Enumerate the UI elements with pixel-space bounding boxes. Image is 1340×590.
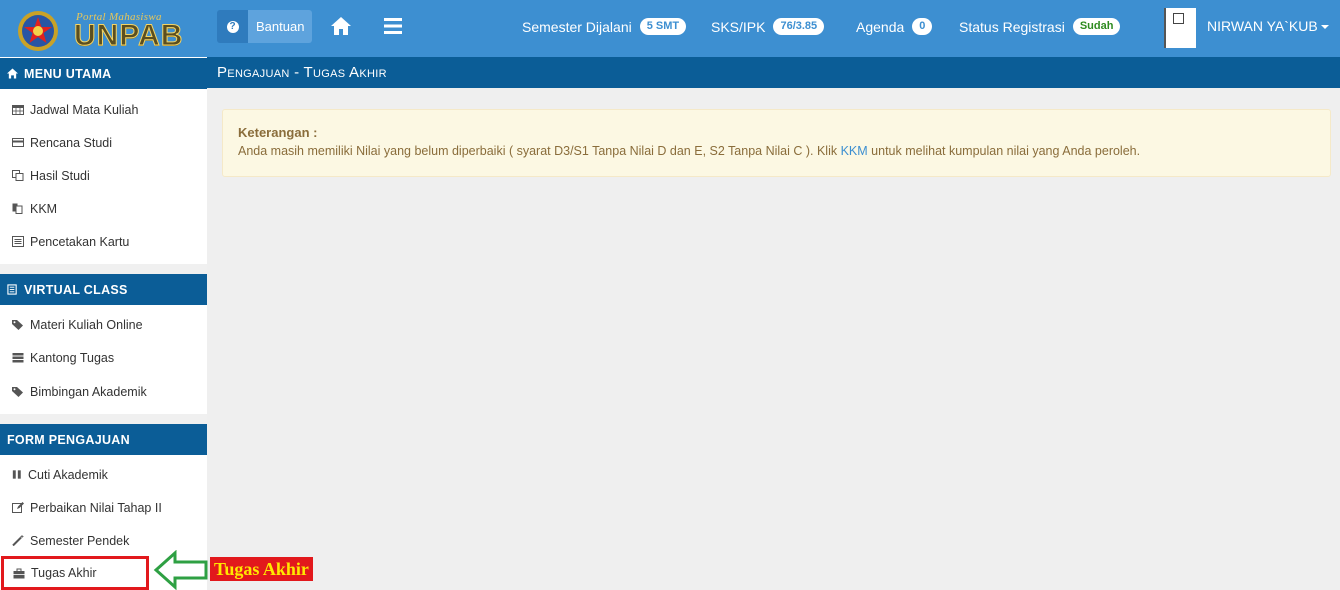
semester-status[interactable]: Semester Dijalani 5 SMT bbox=[522, 18, 687, 35]
copy-icon bbox=[12, 170, 24, 181]
sidebar-item-pencetakan-kartu[interactable]: Pencetakan Kartu bbox=[0, 225, 207, 258]
home-icon[interactable] bbox=[331, 17, 351, 35]
hamburger-menu-icon[interactable] bbox=[384, 18, 402, 34]
sidebar-item-perbaikan-nilai[interactable]: Perbaikan Nilai Tahap II bbox=[0, 491, 207, 524]
sidebar-item-cuti-akademik[interactable]: Cuti Akademik bbox=[0, 458, 207, 491]
sks-label: SKS/IPK bbox=[711, 18, 766, 35]
agenda-status[interactable]: Agenda 0 bbox=[856, 18, 933, 35]
sidebar-item-materi-kuliah-online[interactable]: Materi Kuliah Online bbox=[0, 308, 207, 341]
registration-badge: Sudah bbox=[1072, 18, 1121, 35]
alert-title: Keterangan : bbox=[238, 125, 318, 140]
sidebar-item-label: KKM bbox=[30, 201, 58, 216]
sidebar-item-hasil-studi[interactable]: Hasil Studi bbox=[0, 159, 207, 192]
sidebar-section-form-pengajuan: FORM PENGAJUAN bbox=[0, 424, 207, 455]
section-title: MENU UTAMA bbox=[24, 66, 112, 81]
portal-logo[interactable]: Portal Mahasiswa UNPAB bbox=[14, 7, 184, 53]
sks-ipk-status[interactable]: SKS/IPK 76/3.85 bbox=[711, 18, 825, 35]
sks-badge: 76/3.85 bbox=[773, 18, 825, 35]
credit-card-icon bbox=[12, 138, 24, 147]
avatar-image bbox=[1173, 13, 1184, 24]
briefcase-icon bbox=[13, 568, 25, 578]
sidebar-item-label: Rencana Studi bbox=[30, 135, 113, 150]
chevron-down-icon[interactable] bbox=[1321, 25, 1329, 29]
user-avatar[interactable] bbox=[1164, 8, 1196, 48]
sidebar-item-label: Hasil Studi bbox=[30, 168, 90, 183]
tags-icon bbox=[12, 320, 23, 330]
logo-title: UNPAB bbox=[73, 19, 184, 53]
agenda-badge: 0 bbox=[912, 18, 933, 35]
sidebar-item-label: Cuti Akademik bbox=[28, 467, 108, 482]
question-circle-icon: ? bbox=[226, 20, 239, 33]
page-title-bar: Pengajuan - Tugas Akhir bbox=[207, 57, 1340, 88]
semester-label: Semester Dijalani bbox=[522, 18, 632, 35]
sidebar-section-virtual-class: VIRTUAL CLASS bbox=[0, 274, 207, 305]
annotation-arrow-icon bbox=[153, 550, 208, 590]
edit-icon bbox=[12, 502, 24, 513]
alert-text-after: untuk melihat kumpulan nilai yang Anda p… bbox=[867, 144, 1141, 158]
magic-wand-icon bbox=[12, 535, 24, 546]
registration-label: Status Registrasi bbox=[959, 18, 1065, 35]
pause-icon bbox=[12, 470, 21, 479]
book-icon bbox=[7, 284, 17, 295]
top-navbar: Portal Mahasiswa UNPAB ? Bantuan Semeste… bbox=[0, 0, 1340, 57]
home-icon bbox=[7, 68, 18, 79]
section-divider bbox=[0, 264, 207, 274]
agenda-label: Agenda bbox=[856, 18, 905, 35]
calendar-icon bbox=[12, 105, 24, 115]
alert-message: Anda masih memiliki Nilai yang belum dip… bbox=[238, 144, 1315, 158]
help-label: Bantuan bbox=[248, 10, 313, 43]
sidebar-item-label: Pencetakan Kartu bbox=[30, 234, 130, 249]
tags-icon bbox=[12, 387, 23, 397]
semester-badge: 5 SMT bbox=[639, 18, 687, 35]
sidebar-item-label: Kantong Tugas bbox=[30, 350, 115, 365]
sidebar-item-label: Tugas Akhir bbox=[31, 566, 97, 580]
sidebar-item-kkm[interactable]: KKM bbox=[0, 192, 207, 225]
section-title: VIRTUAL CLASS bbox=[24, 282, 128, 297]
sidebar-item-jadwal-mata-kuliah[interactable]: Jadwal Mata Kuliah bbox=[0, 93, 207, 126]
sidebar-item-bimbingan-akademik[interactable]: Bimbingan Akademik bbox=[0, 375, 207, 408]
documents-icon bbox=[12, 203, 23, 214]
user-menu-name[interactable]: NIRWAN YA`KUB bbox=[1207, 18, 1318, 34]
sidebar-item-label: Jadwal Mata Kuliah bbox=[30, 102, 139, 117]
page-title: Pengajuan - Tugas Akhir bbox=[217, 64, 387, 81]
help-icon-box: ? bbox=[217, 10, 248, 43]
list-alt-icon bbox=[12, 236, 24, 247]
kkm-link[interactable]: KKM bbox=[841, 144, 868, 158]
section-title: FORM PENGAJUAN bbox=[7, 432, 130, 447]
sidebar-item-label: Perbaikan Nilai Tahap II bbox=[30, 500, 162, 515]
sidebar-item-kantong-tugas[interactable]: Kantong Tugas bbox=[0, 341, 207, 374]
sidebar-section-menu-utama: MENU UTAMA bbox=[0, 58, 207, 89]
tasks-icon bbox=[12, 353, 24, 363]
sidebar-item-rencana-studi[interactable]: Rencana Studi bbox=[0, 126, 207, 159]
sidebar-item-label: Semester Pendek bbox=[30, 533, 130, 548]
university-emblem-icon bbox=[18, 11, 58, 51]
registration-status[interactable]: Status Registrasi Sudah bbox=[959, 18, 1121, 35]
sidebar-item-label: Bimbingan Akademik bbox=[30, 384, 147, 399]
sidebar-item-tugas-akhir[interactable]: Tugas Akhir bbox=[1, 556, 149, 590]
annotation-label: Tugas Akhir bbox=[210, 557, 313, 581]
sidebar: MENU UTAMA Jadwal Mata Kuliah Rencana St… bbox=[0, 57, 207, 590]
sidebar-item-label: Materi Kuliah Online bbox=[30, 317, 143, 332]
section-divider bbox=[0, 414, 207, 424]
alert-text-before: Anda masih memiliki Nilai yang belum dip… bbox=[238, 144, 841, 158]
info-alert: Keterangan : Anda masih memiliki Nilai y… bbox=[222, 109, 1331, 177]
help-button[interactable]: ? Bantuan bbox=[217, 10, 313, 43]
